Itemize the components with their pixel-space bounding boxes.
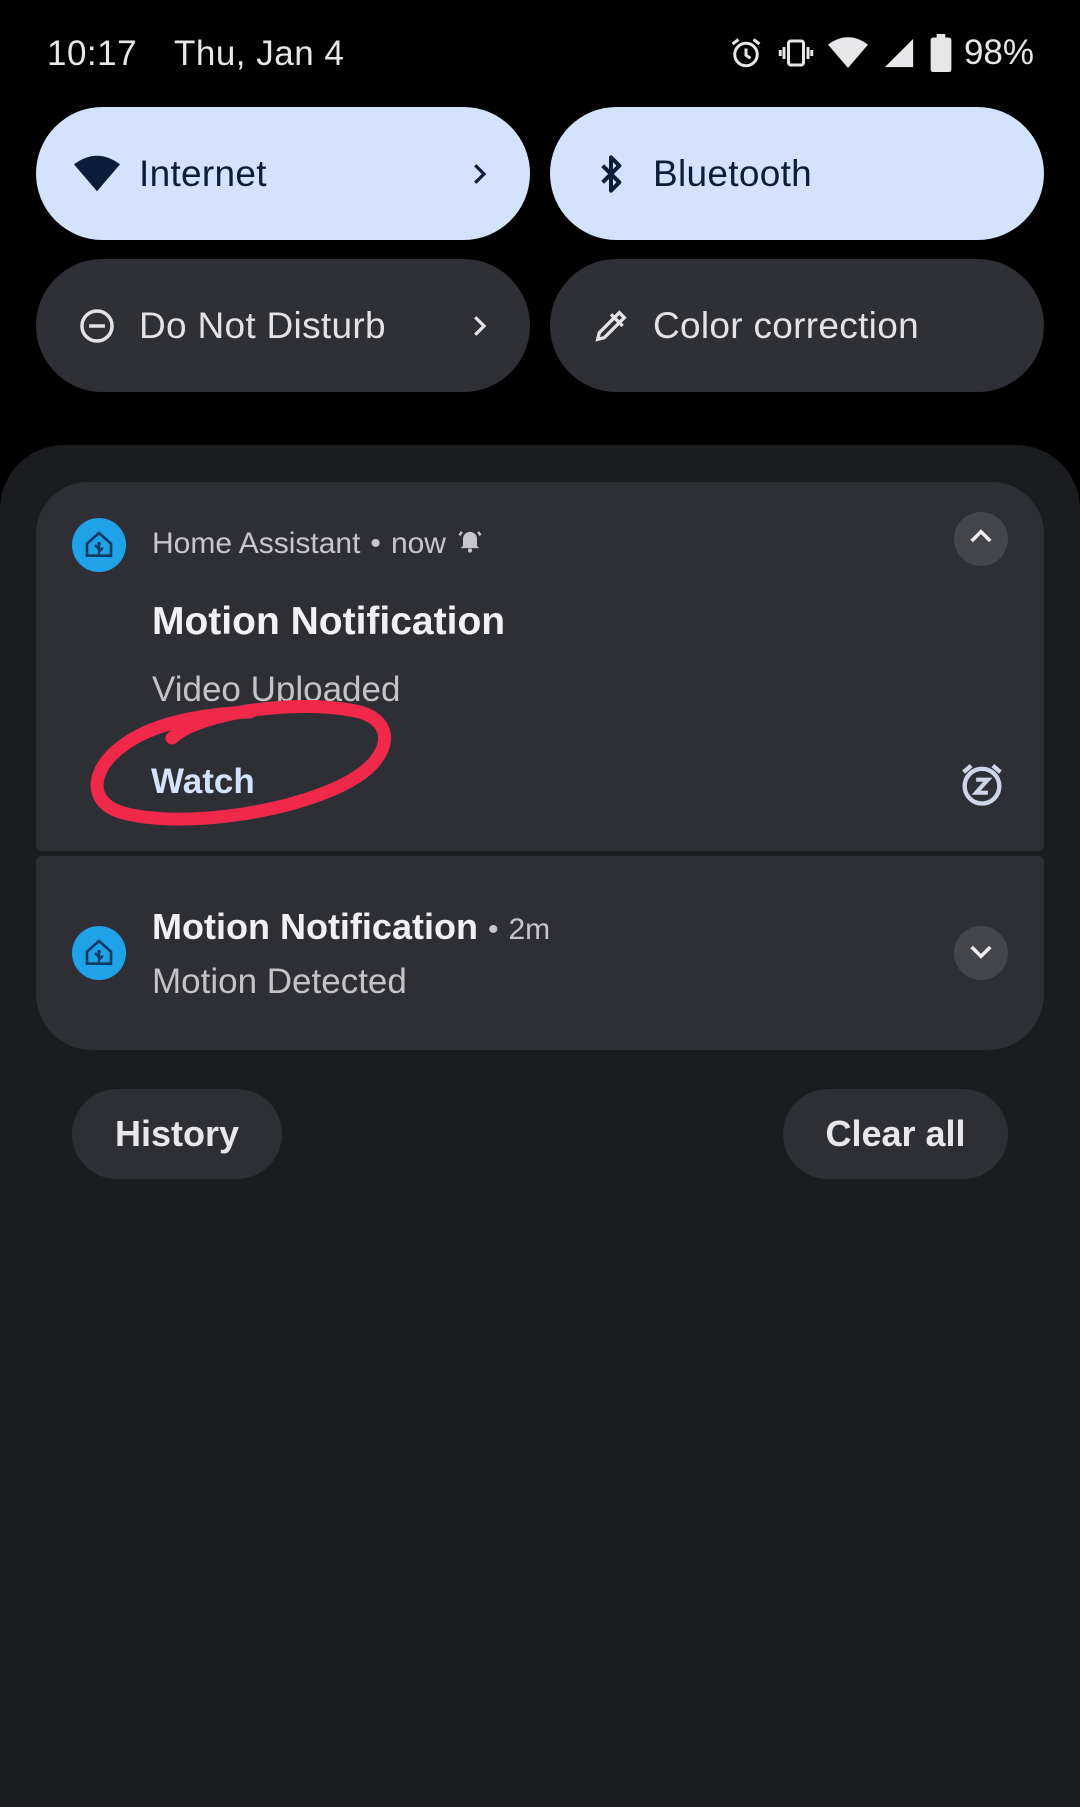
- status-bar: 10:17 Thu, Jan 4 98%: [0, 0, 1080, 105]
- home-assistant-icon: [72, 518, 126, 572]
- expand-icon: [965, 935, 997, 972]
- tile-label: Do Not Disturb: [139, 304, 386, 346]
- clear-all-button[interactable]: Clear all: [783, 1089, 1008, 1179]
- notification-text: Video Uploaded: [152, 670, 401, 709]
- battery-icon: [930, 34, 952, 72]
- notification-time: now: [390, 527, 446, 560]
- chevron-right-icon[interactable]: [464, 159, 494, 189]
- status-time: 10:17: [47, 34, 138, 73]
- notification-meta: Home Assistant • now: [152, 526, 484, 562]
- app-name: Home Assistant: [152, 527, 361, 560]
- expand-button[interactable]: [954, 926, 1008, 980]
- tile-internet[interactable]: Internet: [36, 107, 530, 240]
- notification-text: Motion Detected: [152, 962, 407, 1001]
- dnd-icon: [74, 303, 120, 349]
- tile-do-not-disturb[interactable]: Do Not Disturb: [36, 259, 530, 392]
- collapse-icon: [965, 521, 997, 558]
- tile-bluetooth[interactable]: Bluetooth: [550, 107, 1044, 240]
- watch-action-button[interactable]: Watch: [151, 762, 255, 802]
- notification-title: Motion Notification: [152, 906, 478, 947]
- battery-percent: 98%: [963, 33, 1034, 72]
- tile-color-correction[interactable]: Color correction: [550, 259, 1044, 392]
- wifi-icon: [827, 35, 868, 71]
- wifi-icon: [74, 151, 120, 197]
- notification-group: Home Assistant • now Motion Notification…: [36, 482, 1044, 1050]
- alarm-icon: [728, 35, 764, 71]
- chevron-right-icon[interactable]: [464, 311, 494, 341]
- cell-signal-icon: [882, 36, 916, 70]
- tile-label: Color correction: [653, 304, 919, 346]
- eyedropper-icon: [588, 303, 634, 349]
- bluetooth-icon: [588, 151, 634, 197]
- notification-title: Motion Notification: [152, 600, 506, 643]
- home-assistant-icon: [72, 926, 126, 980]
- snooze-icon[interactable]: [956, 758, 1008, 810]
- status-icons: 98%: [728, 30, 1034, 76]
- notification-card-collapsed[interactable]: Motion Notification • 2m Motion Detected: [36, 856, 1044, 1050]
- vibrate-icon: [778, 35, 814, 71]
- notification-header: Motion Notification • 2m: [152, 906, 550, 948]
- history-button[interactable]: History: [72, 1089, 282, 1179]
- notification-time: 2m: [508, 913, 551, 946]
- meta-separator: •: [487, 913, 499, 946]
- meta-separator: •: [370, 527, 381, 560]
- tile-label: Bluetooth: [653, 152, 813, 194]
- notification-card-expanded[interactable]: Home Assistant • now Motion Notification…: [36, 482, 1044, 851]
- tile-label: Internet: [139, 152, 267, 194]
- collapse-button[interactable]: [954, 512, 1008, 566]
- alert-bell-icon: [456, 526, 484, 562]
- status-date: Thu, Jan 4: [174, 34, 345, 73]
